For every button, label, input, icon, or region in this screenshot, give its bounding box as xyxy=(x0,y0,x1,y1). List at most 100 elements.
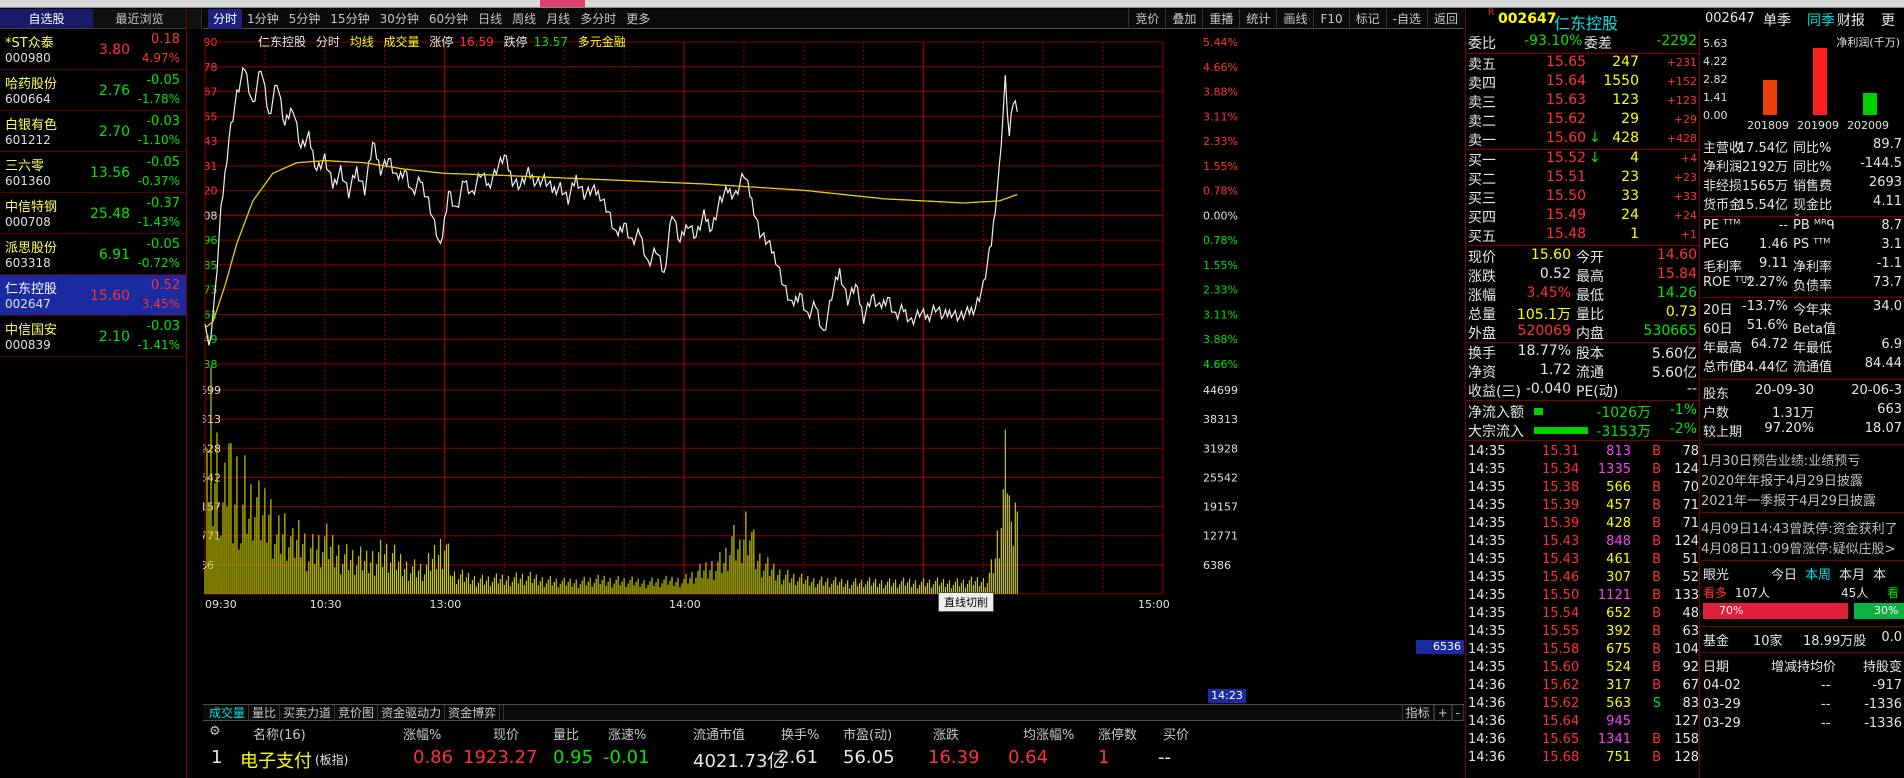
tick-count: 104 xyxy=(1674,642,1699,657)
table-header[interactable]: 涨速% xyxy=(608,724,646,743)
tooltip: 直线切削 xyxy=(938,592,994,612)
volume-tick-label: 25542 xyxy=(203,471,221,484)
period-tab[interactable]: 更多 xyxy=(621,9,655,29)
watchlist-row[interactable]: 派思股份 603318 6.91 -0.05 -0.72% xyxy=(0,234,186,275)
order-level-row[interactable]: 买二 15.51 23 +23 xyxy=(1466,169,1701,188)
indicator-tab[interactable]: 量比 xyxy=(249,705,281,721)
vote-bar[interactable]: 70% 30% xyxy=(1703,603,1904,619)
order-level-row[interactable]: 卖二 15.62 29 +29 xyxy=(1466,111,1701,130)
table-header[interactable]: 量比 xyxy=(553,724,579,743)
indicator-tab[interactable]: 买卖力道 xyxy=(280,705,336,721)
watchlist-row[interactable]: 中信特钢 000708 25.48 -0.37 -1.43% xyxy=(0,193,186,234)
indicator-tab[interactable]: 资金博弈 xyxy=(445,705,501,721)
order-level-row[interactable]: 卖三 15.63 123 +123 xyxy=(1466,92,1701,111)
table-header[interactable]: 市盈(动) xyxy=(843,724,892,743)
f10-tab[interactable]: 更 xyxy=(1881,10,1895,30)
order-level-row[interactable]: 买四 15.49 24 +24 xyxy=(1466,207,1701,226)
toolbar-button[interactable]: 竞价 xyxy=(1128,9,1165,29)
stock-code: 601360 xyxy=(5,174,51,188)
level-price: 15.48 xyxy=(1546,226,1587,242)
eye-tab[interactable]: 今日 xyxy=(1771,564,1797,583)
period-tab[interactable]: 60分钟 xyxy=(424,9,473,29)
period-tab[interactable]: 30分钟 xyxy=(375,9,424,29)
order-level-row[interactable]: 买五 15.48 1 +1 xyxy=(1466,226,1701,245)
toolbar-button[interactable]: F10 xyxy=(1313,9,1348,29)
order-level-row[interactable]: 卖一 15.60 ↓ 428 +428 xyxy=(1466,130,1701,149)
f10-label: PEG xyxy=(1703,237,1730,252)
table-header[interactable]: 涨停数 xyxy=(1098,724,1137,743)
tick-price: 15.43 xyxy=(1542,552,1580,567)
order-level-row[interactable]: 买一 15.52 ↓ 4 +4 xyxy=(1466,150,1701,169)
order-book-panel: R 002647 仁东控股 委比 -93.10% 委差 -2292 卖五 15.65 247 +23… xyxy=(1465,8,1701,778)
indicator-control[interactable]: 指标 xyxy=(1401,705,1434,721)
indicator-tab[interactable]: 成交量 xyxy=(206,705,250,721)
table-header[interactable]: 买价 xyxy=(1163,724,1189,743)
alert-item[interactable]: 4月09日14:43曾跌停:资金获利了 xyxy=(1701,518,1904,537)
f10-panel: 002647 单季 同季 财报更净利润(千万) 5.63 4.22 2.82 1.41 0.00… xyxy=(1701,9,1904,778)
news-item[interactable]: 2020年年报于4月29日披露 xyxy=(1701,470,1904,489)
toolbar-button[interactable]: 统计 xyxy=(1239,9,1276,29)
level-change: +33 xyxy=(1673,190,1697,203)
f10-tab[interactable]: 单季 xyxy=(1763,10,1791,30)
period-tab[interactable]: 5分钟 xyxy=(284,9,326,29)
table-header[interactable]: 换手% xyxy=(781,724,819,743)
f10-tab[interactable]: 同季 xyxy=(1807,10,1835,30)
collapse-panel-button[interactable] xyxy=(188,9,202,29)
news-item[interactable]: 1月30日预告业绩:业绩预亏 xyxy=(1701,450,1904,469)
table-header[interactable]: 现价 xyxy=(493,724,519,743)
indicator-control[interactable]: + xyxy=(1433,705,1452,721)
table-header[interactable]: 流通市值 xyxy=(693,724,745,743)
stock-price: 2.70 xyxy=(98,124,130,140)
period-tab[interactable]: 日线 xyxy=(473,9,507,29)
watchlist-row[interactable]: 三六零 601360 13.56 -0.05 -0.37% xyxy=(0,152,186,193)
toolbar-button[interactable]: 叠加 xyxy=(1165,9,1202,29)
watchlist-row[interactable]: 白银有色 601212 2.70 -0.03 -1.10% xyxy=(0,111,186,152)
period-tab[interactable]: 月线 xyxy=(541,9,575,29)
order-level-row[interactable]: 买三 15.50 33 +33 xyxy=(1466,188,1701,207)
period-tab[interactable]: 多分时 xyxy=(575,9,621,29)
legend-sector[interactable]: 多元金融 xyxy=(578,35,626,49)
table-header[interactable]: 均涨幅% xyxy=(1023,724,1074,743)
table-header[interactable]: 涨跌 xyxy=(933,724,959,743)
news-item[interactable]: 2021年一季报于4月29日披露 xyxy=(1701,490,1904,509)
eye-tab[interactable]: 本周 xyxy=(1805,564,1831,583)
sector-table: ⚙ 名称(16) 涨幅% 现价 量比 涨速% 流通市值 换手% 市盈(动) 涨跌 均涨幅% 涨停数 买价… xyxy=(203,722,1464,778)
period-tab[interactable]: 15分钟 xyxy=(325,9,374,29)
toolbar-button[interactable]: 标记 xyxy=(1348,9,1386,29)
watchlist-row[interactable]: 仁东控股 002647 15.60 0.52 3.45% xyxy=(0,275,186,316)
indicator-tab[interactable]: 竞价图 xyxy=(335,705,379,721)
settings-icon[interactable]: ⚙ xyxy=(209,724,221,739)
indicator-control[interactable]: - xyxy=(1451,705,1464,721)
order-level-row[interactable]: 卖四 15.64 1550 +152 xyxy=(1466,73,1701,92)
tick-row: 14:35 15.54 652 B 48 xyxy=(1466,606,1701,624)
tab-recent[interactable]: 最近浏览 xyxy=(93,9,186,28)
toolbar-button[interactable]: 重播 xyxy=(1202,9,1239,29)
watchlist-row[interactable]: 哈药股份 600664 2.76 -0.05 -1.78% xyxy=(0,70,186,111)
table-header[interactable]: 名称(16) xyxy=(253,724,306,743)
period-tab[interactable]: 分时 xyxy=(208,9,243,29)
volume-tick-label-right: 38313 xyxy=(1203,413,1238,426)
tab-watchlist[interactable]: 自选股 xyxy=(0,9,93,28)
alert-item[interactable]: 4月08日11:09曾涨停:疑似庄股> xyxy=(1701,538,1904,557)
pct-tick-label: 0.78% xyxy=(1203,185,1238,198)
eye-tab[interactable]: 本 xyxy=(1873,564,1886,583)
toolbar-button[interactable]: -自选 xyxy=(1385,9,1427,29)
indicator-tab[interactable]: 资金驱动力 xyxy=(378,705,446,721)
f10-tab[interactable]: 财报 xyxy=(1837,10,1865,30)
period-tab[interactable]: 1分钟 xyxy=(242,9,284,29)
period-tab[interactable]: 周线 xyxy=(507,9,541,29)
stock-change-pct: 4.97% xyxy=(141,51,180,65)
toolbar-button[interactable]: 画线 xyxy=(1276,9,1313,29)
down-arrow-icon: ↓ xyxy=(1589,130,1601,146)
stock-name: 白银有色 xyxy=(5,118,58,133)
toolbar-button[interactable]: 返回 xyxy=(1426,9,1464,29)
table-header[interactable]: 涨幅% xyxy=(403,724,441,743)
tick-price: 15.43 xyxy=(1542,534,1580,549)
order-level-row[interactable]: 卖五 15.65 247 +231 xyxy=(1466,54,1701,73)
watchlist-row[interactable]: *ST众泰 000980 3.80 0.18 4.97% xyxy=(0,29,186,70)
intraday-chart[interactable]: 15.905.44%15.784.66%15.673.88%15.553.11%… xyxy=(203,30,1464,703)
watchlist-row[interactable]: 中信国安 000839 2.10 -0.03 -1.41% xyxy=(0,316,186,357)
eye-tab[interactable]: 本月 xyxy=(1839,564,1865,583)
tick-row: 14:36 15.62 563 S 83 xyxy=(1466,696,1701,714)
f10-label: PB ᴹᴿᑫ xyxy=(1793,218,1835,233)
